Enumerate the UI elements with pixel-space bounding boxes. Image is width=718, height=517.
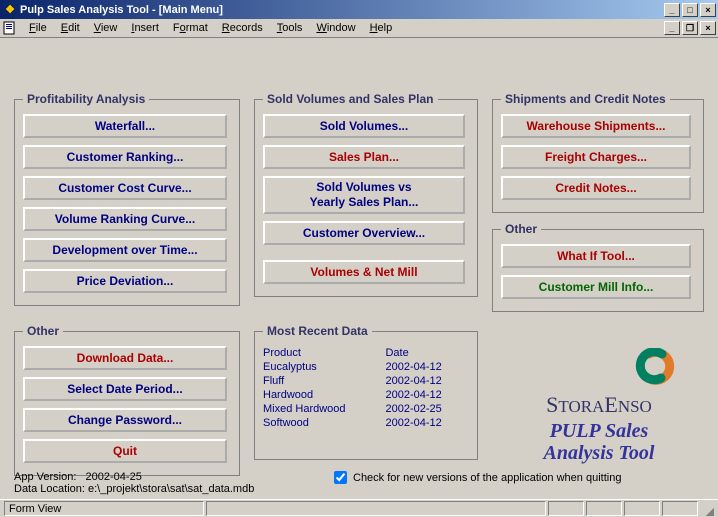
group-profitability-legend: Profitability Analysis — [23, 92, 149, 106]
titlebar: ❖ Pulp Sales Analysis Tool - [Main Menu]… — [0, 0, 718, 19]
quit-button[interactable]: Quit — [23, 439, 227, 463]
group-shipments-legend: Shipments and Credit Notes — [501, 92, 670, 106]
statusbar-spacer — [206, 501, 546, 516]
statusbar: Form View — [0, 499, 718, 517]
table-row: Eucalyptus2002-04-12 — [263, 360, 469, 374]
customer-overview-button[interactable]: Customer Overview... — [263, 221, 465, 245]
recent-header-date: Date — [385, 346, 469, 360]
table-row: Softwood2002-04-12 — [263, 416, 469, 430]
version-label: App Version: — [14, 471, 76, 483]
check-updates-checkbox[interactable] — [334, 471, 347, 484]
statusbar-kb2 — [586, 501, 622, 516]
check-updates-row[interactable]: Check for new versions of the applicatio… — [334, 471, 621, 484]
menu-tools[interactable]: Tools — [270, 20, 310, 36]
price-deviation-button[interactable]: Price Deviation... — [23, 269, 227, 293]
menu-bar: File Edit View Insert Format Records Too… — [0, 19, 718, 38]
customer-cost-curve-button[interactable]: Customer Cost Curve... — [23, 176, 227, 200]
table-row: Fluff2002-04-12 — [263, 374, 469, 388]
table-row: Hardwood2002-04-12 — [263, 388, 469, 402]
customer-mill-info-button[interactable]: Customer Mill Info... — [501, 275, 691, 299]
minimize-button[interactable]: _ — [664, 3, 680, 17]
sales-plan-button[interactable]: Sales Plan... — [263, 145, 465, 169]
mdi-minimize-button[interactable]: _ — [664, 21, 680, 35]
footer: App Version: 2002-04-25 Data Location: e… — [14, 471, 704, 495]
resize-grip-icon[interactable] — [700, 502, 714, 516]
group-profitability: Profitability Analysis Waterfall... Cust… — [14, 92, 240, 306]
menu-view[interactable]: View — [87, 20, 125, 36]
freight-charges-button[interactable]: Freight Charges... — [501, 145, 691, 169]
statusbar-view: Form View — [4, 501, 204, 516]
group-most-recent-data: Most Recent Data Product Date Eucalyptus… — [254, 324, 478, 460]
menu-file[interactable]: File — [22, 20, 54, 36]
version-value: 2002-04-25 — [86, 471, 142, 483]
mdi-doc-icon[interactable] — [2, 20, 18, 36]
development-over-time-button[interactable]: Development over Time... — [23, 238, 227, 262]
statusbar-kb3 — [624, 501, 660, 516]
group-other-left: Other Download Data... Select Date Perio… — [14, 324, 240, 476]
group-sold-legend: Sold Volumes and Sales Plan — [263, 92, 438, 106]
window-controls: _ □ × — [664, 3, 716, 17]
menu-edit[interactable]: Edit — [54, 20, 87, 36]
group-recent-legend: Most Recent Data — [263, 324, 372, 338]
main-content: Profitability Analysis Waterfall... Cust… — [0, 38, 718, 499]
sold-vs-plan-button[interactable]: Sold Volumes vsYearly Sales Plan... — [263, 176, 465, 214]
brand-area: STORAENSO PULP Sales Analysis Tool — [494, 348, 704, 458]
brand-logo-icon — [499, 348, 699, 388]
what-if-tool-button[interactable]: What If Tool... — [501, 244, 691, 268]
recent-header-product: Product — [263, 346, 385, 360]
group-shipments: Shipments and Credit Notes Warehouse Shi… — [492, 92, 704, 213]
warehouse-shipments-button[interactable]: Warehouse Shipments... — [501, 114, 691, 138]
data-location-label: Data Location: — [14, 483, 85, 495]
customer-ranking-button[interactable]: Customer Ranking... — [23, 145, 227, 169]
menu-records[interactable]: Records — [215, 20, 270, 36]
change-password-button[interactable]: Change Password... — [23, 408, 227, 432]
group-sold-volumes: Sold Volumes and Sales Plan Sold Volumes… — [254, 92, 478, 297]
brand-subtitle: PULP Sales Analysis Tool — [494, 420, 704, 464]
group-other-left-legend: Other — [23, 324, 63, 338]
menu-help[interactable]: Help — [363, 20, 400, 36]
download-data-button[interactable]: Download Data... — [23, 346, 227, 370]
menu-format[interactable]: Format — [166, 20, 215, 36]
table-row: Mixed Hardwood2002-02-25 — [263, 402, 469, 416]
menu-window[interactable]: Window — [309, 20, 362, 36]
close-button[interactable]: × — [700, 3, 716, 17]
window-title: Pulp Sales Analysis Tool - [Main Menu] — [20, 4, 664, 16]
check-updates-label: Check for new versions of the applicatio… — [353, 472, 621, 484]
sold-volumes-button[interactable]: Sold Volumes... — [263, 114, 465, 138]
maximize-button[interactable]: □ — [682, 3, 698, 17]
recent-data-table: Product Date Eucalyptus2002-04-12 Fluff2… — [263, 346, 469, 430]
statusbar-kb1 — [548, 501, 584, 516]
mdi-close-button[interactable]: × — [700, 21, 716, 35]
mdi-restore-button[interactable]: ❐ — [682, 21, 698, 35]
brand-company-name: STORAENSO — [494, 392, 704, 418]
app-icon: ❖ — [3, 3, 17, 17]
waterfall-button[interactable]: Waterfall... — [23, 114, 227, 138]
menu-insert[interactable]: Insert — [124, 20, 166, 36]
group-other-right-legend: Other — [501, 222, 541, 236]
volumes-net-mill-button[interactable]: Volumes & Net Mill — [263, 260, 465, 284]
group-other-right: Other What If Tool... Customer Mill Info… — [492, 222, 704, 312]
data-location-value: e:\_projekt\stora\sat\sat_data.mdb — [88, 483, 254, 495]
statusbar-kb4 — [662, 501, 698, 516]
credit-notes-button[interactable]: Credit Notes... — [501, 176, 691, 200]
volume-ranking-curve-button[interactable]: Volume Ranking Curve... — [23, 207, 227, 231]
select-date-period-button[interactable]: Select Date Period... — [23, 377, 227, 401]
